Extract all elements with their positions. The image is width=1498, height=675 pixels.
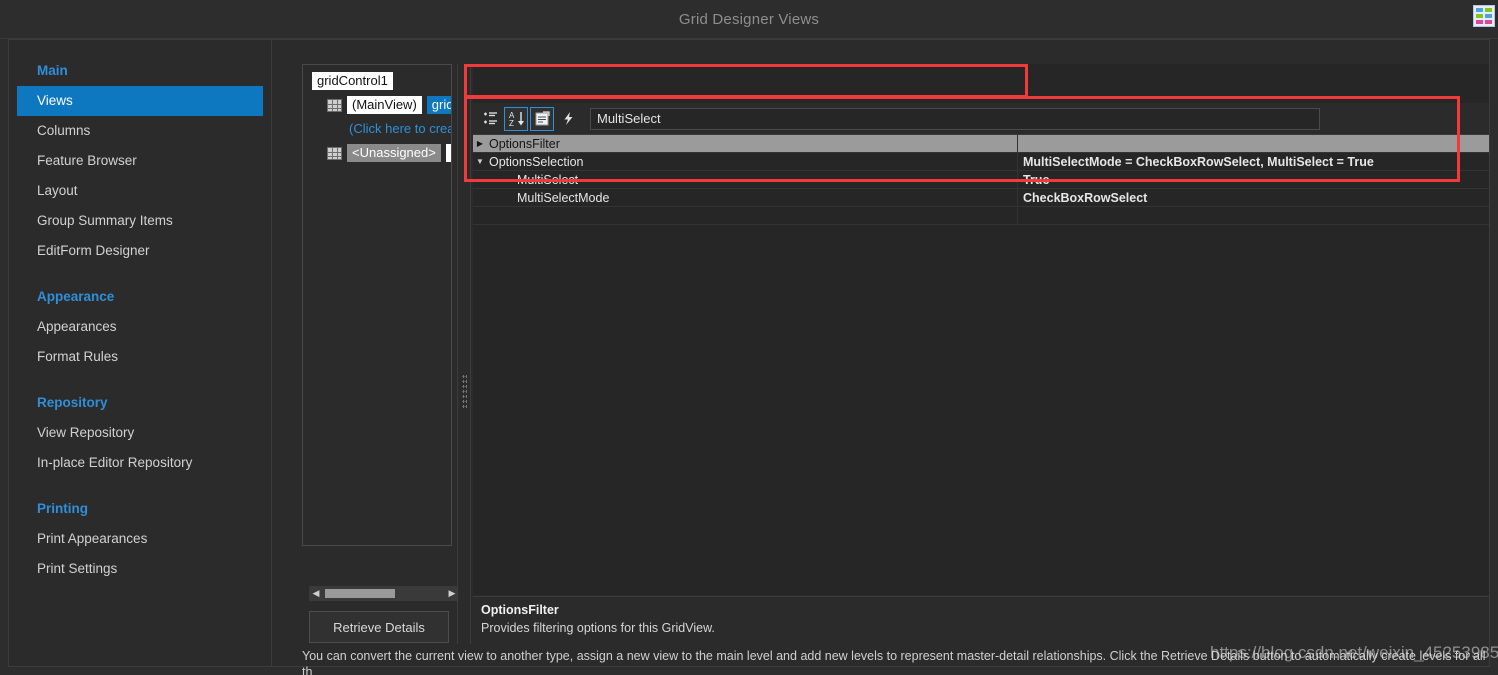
main-frame: Main Views Columns Feature Browser Layou… [8, 39, 1490, 675]
grid-view-icon [327, 98, 342, 112]
scroll-left-arrow-icon[interactable]: ◀ [309, 586, 323, 601]
sidebar-item-editform-designer[interactable]: EditForm Designer [9, 236, 271, 266]
page-title: Grid Designer Views [678, 11, 820, 28]
tree-node-mainview-level[interactable]: (MainView) [347, 96, 422, 114]
expander-collapsed-icon[interactable]: ▶ [473, 135, 487, 152]
sidebar-item-print-appearances[interactable]: Print Appearances [9, 524, 271, 554]
table-row[interactable]: MultiSelect True [473, 171, 1489, 189]
property-search-input[interactable]: MultiSelect [590, 107, 1320, 130]
table-row[interactable]: ▼ OptionsSelection MultiSelectMode = Che… [473, 153, 1489, 171]
tree-node-unassigned-level[interactable]: <Unassigned> [347, 144, 441, 162]
property-pages-icon[interactable] [530, 106, 554, 131]
tree-create-link[interactable]: (Click here to create [349, 121, 451, 136]
property-grid: A Z MultiSelect ▶ OptionsFilter ▼ Option… [473, 64, 1489, 595]
retrieve-details-button[interactable]: Retrieve Details [309, 611, 449, 643]
table-row[interactable]: ▶ OptionsFilter [473, 135, 1489, 153]
property-name: OptionsSelection [487, 153, 1018, 170]
sidebar-group-repository: Repository [37, 395, 108, 410]
sidebar-top-spacer [9, 40, 271, 56]
property-name: OptionsFilter [487, 135, 1018, 152]
property-name: MultiSelectMode [487, 189, 1018, 206]
sidebar-group-printing: Printing [37, 501, 88, 516]
empty-row [473, 207, 1489, 225]
sidebar-item-format-rules[interactable]: Format Rules [9, 342, 271, 372]
tree-row-mainview[interactable]: (MainView) gridVie [327, 96, 451, 114]
sidebar-group-appearance: Appearance [37, 289, 115, 304]
property-value[interactable]: True [1018, 171, 1489, 188]
sort-alphabetical-icon[interactable]: A Z [504, 106, 528, 131]
sidebar-item-views[interactable]: Views [17, 86, 263, 116]
categorized-icon[interactable] [478, 107, 502, 131]
title-bar: Grid Designer Views [0, 0, 1498, 39]
property-value[interactable]: CheckBoxRowSelect [1018, 189, 1489, 206]
panel-splitter[interactable] [457, 64, 471, 644]
sidebar-item-columns[interactable]: Columns [9, 116, 271, 146]
splitter-grip-icon [462, 374, 467, 408]
description-text: Provides filtering options for this Grid… [481, 621, 715, 635]
expander-placeholder [473, 189, 487, 206]
tree-node-unassigned-name[interactable]: grid [445, 144, 451, 162]
description-pane: OptionsFilter Provides filtering options… [473, 596, 1489, 644]
tree-row-unassigned[interactable]: <Unassigned> grid [327, 144, 451, 162]
sidebar-item-appearances[interactable]: Appearances [9, 312, 271, 342]
svg-text:Z: Z [509, 119, 514, 127]
sidebar-item-view-repository[interactable]: View Repository [9, 418, 271, 448]
scrollbar-thumb[interactable] [325, 589, 395, 598]
grid-view-icon [327, 146, 342, 160]
sidebar-item-print-settings[interactable]: Print Settings [9, 554, 271, 584]
expander-expanded-icon[interactable]: ▼ [473, 153, 487, 170]
property-grid-toolbar: A Z MultiSelect [473, 103, 1489, 135]
expander-placeholder [473, 171, 487, 188]
views-tree-hscrollbar[interactable]: ◀ ▶ [309, 586, 459, 601]
lightning-events-icon[interactable] [556, 107, 580, 131]
sidebar-item-layout[interactable]: Layout [9, 176, 271, 206]
sidebar-item-inplace-editor-repository[interactable]: In-place Editor Repository [9, 448, 271, 478]
sidebar-item-group-summary-items[interactable]: Group Summary Items [9, 206, 271, 236]
tree-node-mainview-name[interactable]: gridVie [426, 96, 451, 114]
grid-designer-window: Grid Designer Views Main Views Columns F… [0, 0, 1498, 675]
bottom-help-text: You can convert the current view to anot… [302, 648, 1492, 675]
property-value[interactable]: MultiSelectMode = CheckBoxRowSelect, Mul… [1018, 153, 1489, 170]
views-tree-panel[interactable]: gridControl1 (MainView) gridVie (Click h… [302, 64, 452, 546]
property-name: MultiSelect [487, 171, 1018, 188]
grid-apps-icon[interactable] [1473, 5, 1495, 27]
property-grid-rows: ▶ OptionsFilter ▼ OptionsSelection Multi… [473, 135, 1489, 595]
property-value[interactable] [1018, 135, 1489, 152]
sidebar-group-main: Main [37, 63, 68, 78]
sidebar: Main Views Columns Feature Browser Layou… [9, 40, 272, 666]
table-row[interactable]: MultiSelectMode CheckBoxRowSelect [473, 189, 1489, 207]
tree-node-gridcontrol[interactable]: gridControl1 [312, 72, 393, 90]
description-title: OptionsFilter [481, 603, 559, 617]
bottom-help-line-1: You can convert the current view to anot… [302, 649, 1486, 675]
sidebar-item-feature-browser[interactable]: Feature Browser [9, 146, 271, 176]
